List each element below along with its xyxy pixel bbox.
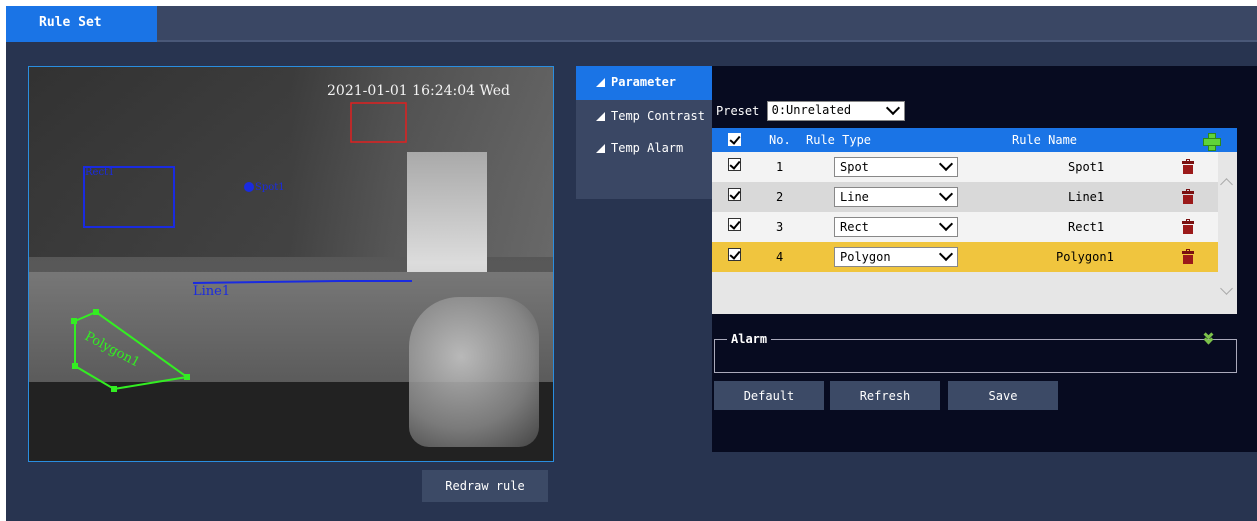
delete-rule-icon[interactable] (1182, 249, 1194, 264)
row-no: 4 (776, 250, 784, 264)
submenu-item-temp-contrast[interactable]: Temp Contrast (576, 100, 712, 132)
line-rule-label: Line1 (193, 284, 231, 299)
table-row[interactable]: 3 Rect Rect1 (712, 212, 1218, 242)
expand-chevrons-icon[interactable] (1202, 329, 1218, 348)
row-checkbox[interactable] (728, 248, 741, 261)
table-row[interactable]: 1 Spot Spot1 (712, 152, 1218, 182)
default-button[interactable]: Default (714, 381, 824, 410)
row-checkbox[interactable] (728, 188, 741, 201)
rule-type-select[interactable]: Spot (834, 156, 958, 177)
table-row[interactable]: 2 Line Line1 (712, 182, 1218, 212)
video-preview[interactable]: 2021-01-01 16:24:04 Wed Rect1 Spot1 Line… (28, 66, 554, 462)
rect-rule-label: Rect1 (85, 167, 115, 178)
redraw-rule-button[interactable]: Redraw rule (422, 470, 548, 502)
row-rule-name: Polygon1 (1056, 250, 1114, 264)
alarm-title: Alarm (727, 332, 772, 346)
rule-type-select[interactable]: Line (834, 186, 958, 207)
preset-field: Preset 0:Unrelated (716, 100, 905, 121)
row-checkbox[interactable] (728, 218, 741, 231)
rule-overlay (71, 102, 412, 392)
row-rule-name: Line1 (1068, 190, 1105, 204)
triangle-icon (596, 78, 605, 87)
row-rule-name: Rect1 (1068, 220, 1105, 234)
row-no: 3 (776, 220, 784, 234)
chevron-down-icon (938, 156, 954, 172)
row-rule-name: Spot1 (1068, 160, 1105, 174)
delete-rule-icon[interactable] (1182, 159, 1194, 174)
save-button[interactable]: Save (948, 381, 1058, 410)
rule-table-header: No. Rule Type Rule Name (712, 128, 1237, 152)
delete-rule-icon[interactable] (1182, 189, 1194, 204)
line-rule-line (192, 280, 412, 284)
header-rule-name: Rule Name (1012, 133, 1078, 147)
row-no: 2 (776, 190, 784, 204)
preset-label: Preset (716, 104, 760, 118)
chevron-down-icon (938, 216, 954, 232)
chevron-down-icon (885, 100, 900, 116)
tab-bar: Rule Set (6, 6, 1257, 42)
rule-set-page: Rule Set 2021-01-01 16:24:04 Wed Rect1 S… (6, 6, 1257, 521)
triangle-icon (596, 112, 605, 121)
red-region-box (350, 102, 407, 143)
row-no: 1 (776, 160, 784, 174)
rule-table: No. Rule Type Rule Name 1 Spot Spot1 2 L… (712, 128, 1237, 314)
scroll-down-icon[interactable] (1220, 282, 1233, 295)
refresh-button[interactable]: Refresh (830, 381, 940, 410)
delete-rule-icon[interactable] (1182, 219, 1194, 234)
preset-select[interactable]: 0:Unrelated (766, 100, 905, 121)
submenu-item-temp-alarm[interactable]: Temp Alarm (576, 132, 712, 164)
chevron-down-icon (938, 186, 954, 202)
chevron-down-icon (938, 246, 954, 262)
table-row-selected[interactable]: 4 Polygon Polygon1 (712, 242, 1218, 272)
spot-rule-label: Spot1 (255, 182, 285, 193)
spot-rule-point (244, 182, 254, 192)
table-scrollbar[interactable] (1218, 152, 1237, 314)
rule-type-select[interactable]: Rect (834, 216, 958, 237)
add-rule-icon[interactable] (1203, 133, 1221, 151)
tab-rule-set[interactable]: Rule Set (6, 6, 157, 42)
parameter-submenu: Parameter Temp Contrast Temp Alarm (576, 66, 712, 199)
osd-timestamp: 2021-01-01 16:24:04 Wed (327, 83, 510, 99)
header-no: No. (769, 133, 791, 147)
row-checkbox[interactable] (728, 158, 741, 171)
select-all-checkbox[interactable] (728, 133, 741, 146)
rule-type-select[interactable]: Polygon (834, 246, 958, 267)
triangle-icon (596, 144, 605, 153)
scroll-up-icon[interactable] (1220, 178, 1233, 191)
submenu-item-parameter[interactable]: Parameter (576, 66, 712, 100)
alarm-section (714, 339, 1237, 373)
rule-settings-panel: Preset 0:Unrelated No. Rule Type Rule Na… (712, 66, 1257, 452)
header-rule-type: Rule Type (806, 133, 872, 147)
